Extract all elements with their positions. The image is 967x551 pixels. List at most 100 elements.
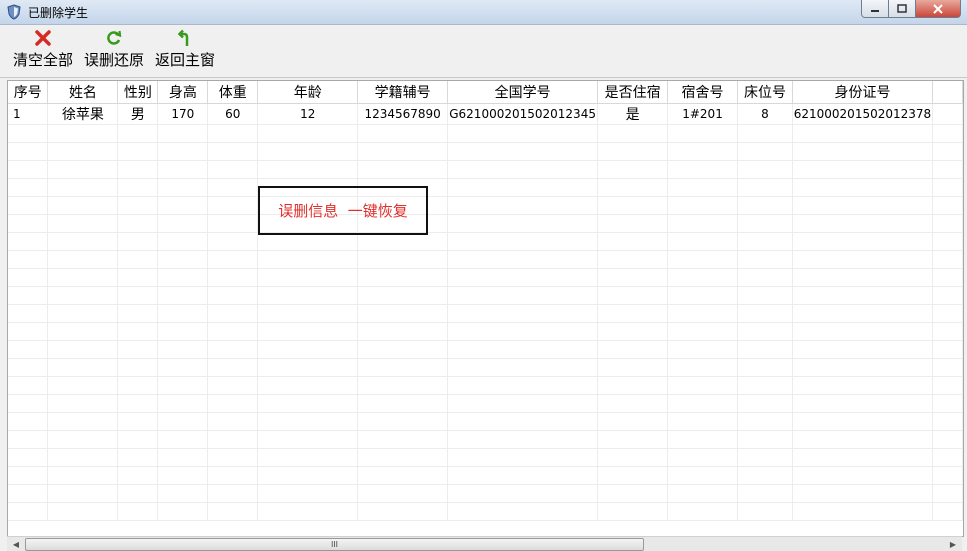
column-header[interactable]: 学籍辅号 <box>357 81 449 104</box>
table-cell[interactable]: 170 <box>157 103 209 125</box>
table-cell[interactable]: 12 <box>257 103 359 125</box>
table-cell[interactable]: 621000201502012378 <box>792 103 933 125</box>
column-header[interactable]: 体重 <box>207 81 259 104</box>
empty-cell <box>117 358 159 377</box>
empty-cell <box>792 412 933 431</box>
empty-cell <box>47 178 119 197</box>
empty-cell <box>157 178 209 197</box>
horizontal-scrollbar[interactable]: ◀ III ▶ <box>7 536 962 551</box>
table-cell[interactable]: 1 <box>8 103 49 125</box>
empty-cell <box>257 232 359 251</box>
empty-cell <box>932 268 963 287</box>
empty-cell <box>47 448 119 467</box>
red-x-icon <box>35 30 51 46</box>
table-cell[interactable]: 男 <box>117 103 159 125</box>
column-header[interactable]: 姓名 <box>47 81 119 104</box>
empty-cell <box>157 250 209 269</box>
return-main-button[interactable]: 返回主窗 <box>152 29 218 73</box>
table-cell[interactable]: 是 <box>597 103 669 125</box>
scroll-left-button[interactable]: ◀ <box>8 537 24 551</box>
scroll-right-button[interactable]: ▶ <box>945 537 961 551</box>
table-row[interactable]: 1 徐苹果 男 170 60 12 1234567890 G6210002015… <box>8 103 963 125</box>
column-header[interactable]: 身高 <box>157 81 209 104</box>
empty-cell <box>792 376 933 395</box>
restore-button[interactable]: 误删还原 <box>81 29 147 73</box>
empty-row <box>8 322 963 341</box>
minimize-icon <box>871 9 879 12</box>
empty-cell <box>117 466 159 485</box>
column-header[interactable]: 宿舍号 <box>667 81 738 104</box>
empty-cell <box>597 376 669 395</box>
scrollbar-thumb[interactable]: III <box>25 538 644 551</box>
empty-cell <box>117 286 159 305</box>
table-cell[interactable]: 徐苹果 <box>47 103 119 125</box>
empty-cell <box>932 466 963 485</box>
minimize-button[interactable] <box>861 0 889 18</box>
empty-cell <box>117 394 159 413</box>
empty-cell <box>357 142 449 161</box>
column-header[interactable]: 性别 <box>117 81 159 104</box>
empty-cell <box>357 250 449 269</box>
empty-cell <box>447 484 599 503</box>
empty-cell <box>447 304 599 323</box>
deleted-students-grid[interactable]: 序号 姓名 性别 身高 体重 年龄 学籍辅号 全国学号 是否住宿 宿舍号 床位号… <box>7 80 964 537</box>
empty-cell <box>357 466 449 485</box>
empty-cell <box>157 196 209 215</box>
column-header[interactable]: 床位号 <box>737 81 793 104</box>
empty-cell <box>737 430 793 449</box>
table-cell[interactable]: 1234567890 <box>357 103 449 125</box>
empty-cell <box>257 160 359 179</box>
empty-cell <box>207 142 259 161</box>
empty-cell <box>207 160 259 179</box>
empty-cell <box>117 250 159 269</box>
empty-cell <box>357 412 449 431</box>
return-main-label: 返回主窗 <box>154 51 215 69</box>
maximize-button[interactable] <box>889 0 916 18</box>
column-header[interactable]: 是否住宿 <box>597 81 669 104</box>
empty-cell <box>737 196 793 215</box>
table-cell[interactable]: 8 <box>737 103 793 125</box>
table-cell[interactable]: 1#201 <box>667 103 738 125</box>
scrollbar-grip: III <box>330 540 339 549</box>
column-header[interactable]: 全国学号 <box>447 81 599 104</box>
empty-cell <box>47 142 119 161</box>
empty-cell <box>932 394 963 413</box>
empty-cell <box>117 376 159 395</box>
empty-cell <box>47 430 119 449</box>
empty-cell <box>117 124 159 143</box>
column-header[interactable]: 序号 <box>8 81 49 104</box>
clear-all-button[interactable]: 清空全部 <box>10 29 76 73</box>
table-cell[interactable]: G621000201502012345 <box>447 103 599 125</box>
empty-cell <box>117 322 159 341</box>
empty-cell <box>207 376 259 395</box>
column-header[interactable]: 年龄 <box>257 81 359 104</box>
empty-cell <box>667 322 738 341</box>
empty-cell <box>47 124 119 143</box>
column-header[interactable]: 身份证号 <box>792 81 933 104</box>
empty-cell <box>447 250 599 269</box>
shield-app-icon <box>7 4 21 20</box>
empty-cell <box>737 502 793 521</box>
empty-cell <box>257 430 359 449</box>
empty-cell <box>597 124 669 143</box>
empty-cell <box>597 160 669 179</box>
empty-cell <box>597 250 669 269</box>
empty-cell <box>207 178 259 197</box>
empty-cell <box>207 484 259 503</box>
empty-cell <box>157 214 209 233</box>
empty-cell <box>8 358 49 377</box>
empty-cell <box>932 322 963 341</box>
table-cell[interactable]: 60 <box>207 103 259 125</box>
empty-cell <box>47 232 119 251</box>
close-button[interactable] <box>916 0 961 18</box>
empty-cell <box>597 196 669 215</box>
empty-cell <box>157 358 209 377</box>
arrow-right-icon: ▶ <box>949 539 957 549</box>
empty-cell <box>792 160 933 179</box>
window-title: 已删除学生 <box>28 6 89 20</box>
empty-cell <box>8 484 49 503</box>
empty-cell <box>447 232 599 251</box>
empty-cell <box>117 430 159 449</box>
empty-cell <box>257 340 359 359</box>
empty-cell <box>932 124 963 143</box>
